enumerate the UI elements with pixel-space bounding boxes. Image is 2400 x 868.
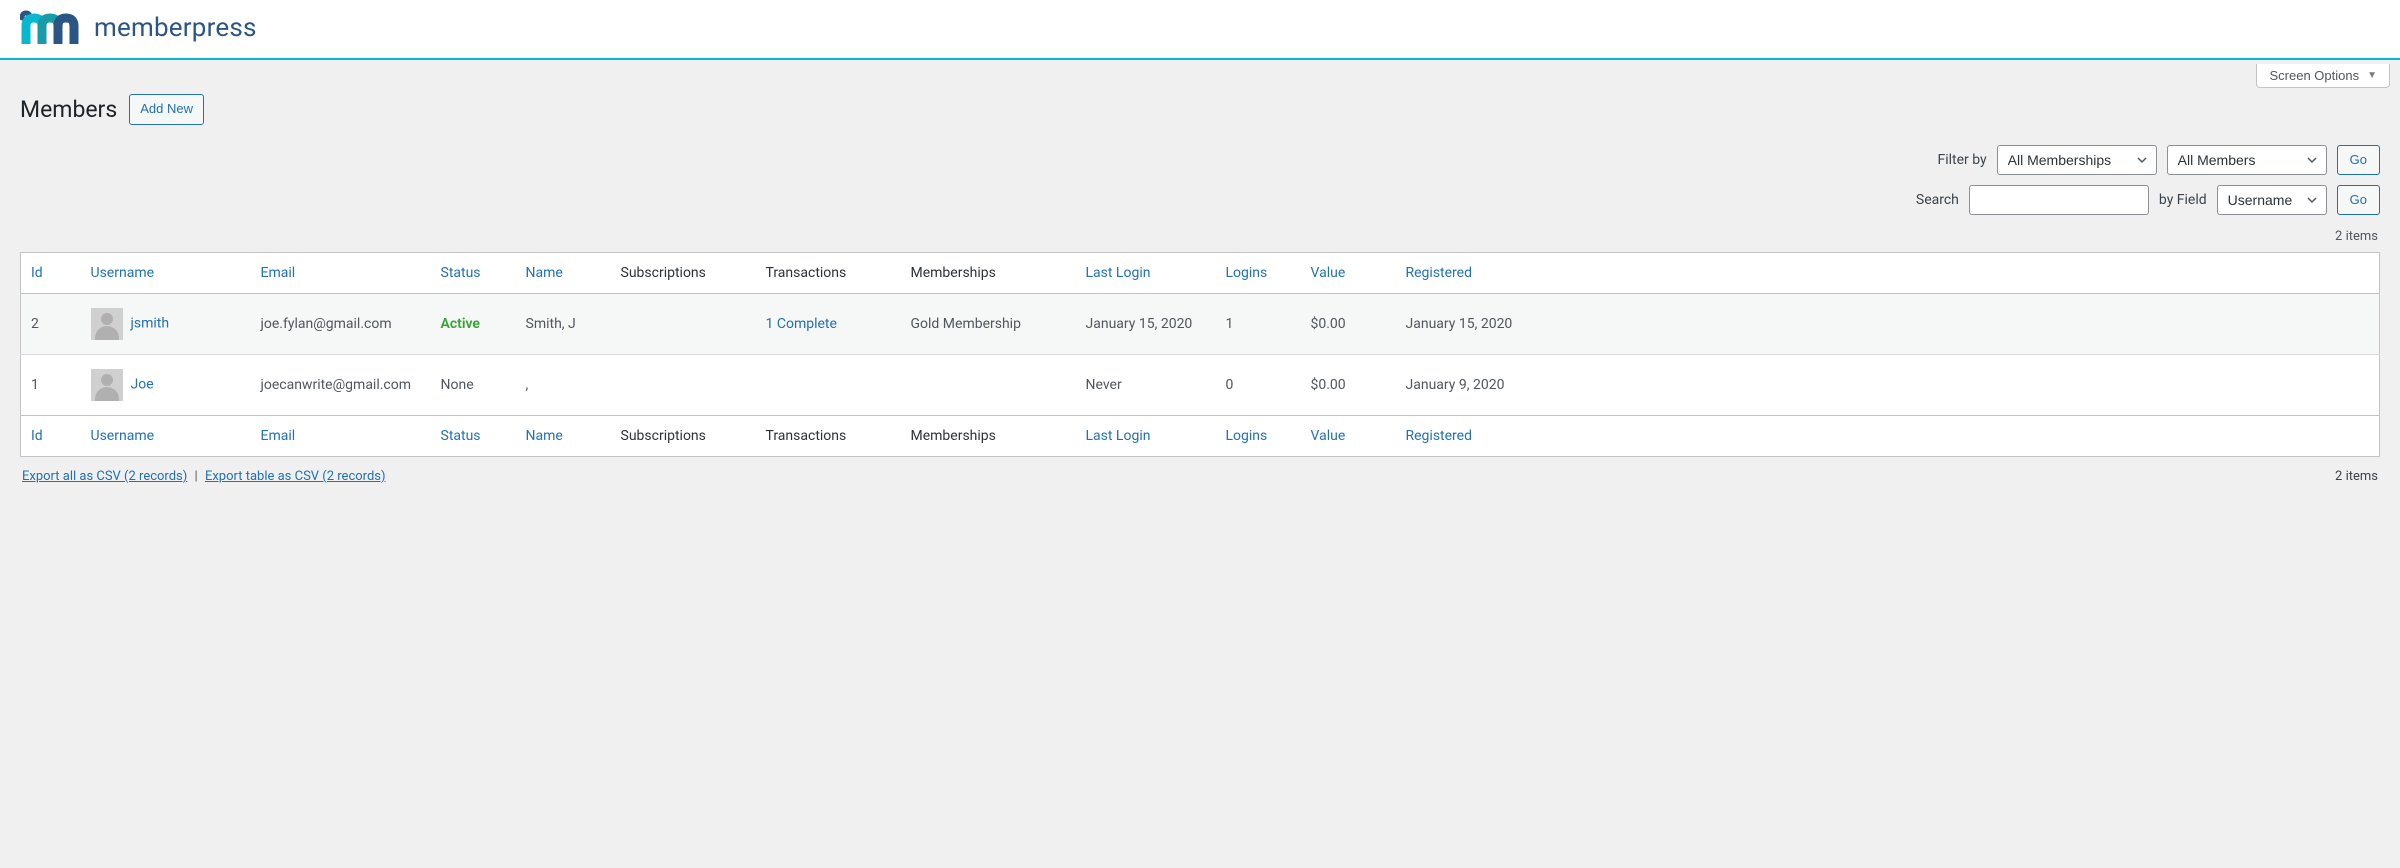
col-subscriptions: Subscriptions xyxy=(611,252,756,293)
page-title: Members xyxy=(20,96,117,123)
cell-value: $0.00 xyxy=(1301,293,1396,354)
cell-subscriptions xyxy=(611,293,756,354)
field-select[interactable]: Username xyxy=(2217,185,2327,215)
search-row: Search by Field Username Go xyxy=(1916,185,2380,215)
col-memberships: Memberships xyxy=(901,252,1076,293)
caret-down-icon: ▼ xyxy=(2367,70,2377,81)
table-header-row: Id Username Email Status Name Subscripti… xyxy=(21,252,2380,293)
cell-value: $0.00 xyxy=(1301,354,1396,415)
transactions-link[interactable]: 1 Complete xyxy=(766,316,837,332)
cell-name: Smith, J xyxy=(516,293,611,354)
col-name[interactable]: Name xyxy=(526,265,563,281)
fcol-value[interactable]: Value xyxy=(1311,428,1346,444)
cell-email: joecanwrite@gmail.com xyxy=(251,354,431,415)
export-table-link[interactable]: Export table as CSV (2 records) xyxy=(205,469,386,484)
cell-registered: January 15, 2020 xyxy=(1396,293,2380,354)
cell-username: Joe xyxy=(81,354,251,415)
cell-status: Active xyxy=(431,293,516,354)
items-count-top: 2 items xyxy=(0,223,2400,252)
cell-memberships: Gold Membership xyxy=(901,293,1076,354)
fcol-name[interactable]: Name xyxy=(526,428,563,444)
cell-memberships xyxy=(901,354,1076,415)
members-filter-select[interactable]: All Members xyxy=(2167,145,2327,175)
avatar-icon xyxy=(91,369,123,401)
col-transactions: Transactions xyxy=(756,252,901,293)
by-field-label: by Field xyxy=(2159,192,2207,208)
fcol-subscriptions: Subscriptions xyxy=(611,415,756,456)
fcol-email[interactable]: Email xyxy=(261,428,296,444)
search-input[interactable] xyxy=(1969,185,2149,215)
screen-options-button[interactable]: Screen Options ▼ xyxy=(2256,64,2390,88)
table-row: 1 Joe joecanwrite@gmail.com None , Never… xyxy=(21,354,2380,415)
cell-transactions: 1 Complete xyxy=(756,293,901,354)
cell-logins: 0 xyxy=(1216,354,1301,415)
cell-transactions xyxy=(756,354,901,415)
cell-lastlogin: January 15, 2020 xyxy=(1076,293,1216,354)
cell-id: 1 xyxy=(21,354,81,415)
brand-logo: memberpress xyxy=(20,10,257,46)
fcol-status[interactable]: Status xyxy=(441,428,481,444)
cell-status: None xyxy=(431,354,516,415)
page-header: Members Add New xyxy=(0,88,2400,145)
cell-logins: 1 xyxy=(1216,293,1301,354)
brand-name: memberpress xyxy=(94,13,257,43)
table-row: 2 jsmith joe.fylan@gmail.com Active Smit… xyxy=(21,293,2380,354)
items-count-bottom: 2 items xyxy=(2335,469,2378,484)
col-email[interactable]: Email xyxy=(261,265,296,281)
col-id[interactable]: Id xyxy=(31,265,43,281)
filter-by-label: Filter by xyxy=(1937,152,1986,168)
screen-options-row: Screen Options ▼ xyxy=(0,60,2400,88)
col-lastlogin[interactable]: Last Login xyxy=(1086,265,1151,281)
filter-go-button[interactable]: Go xyxy=(2337,145,2380,175)
table-footer-row: Id Username Email Status Name Subscripti… xyxy=(21,415,2380,456)
filters: Filter by All Memberships All Members Go… xyxy=(0,145,2400,223)
username-link[interactable]: jsmith xyxy=(131,316,170,332)
fcol-logins[interactable]: Logins xyxy=(1226,428,1268,444)
filter-by-row: Filter by All Memberships All Members Go xyxy=(1937,145,2380,175)
members-table: Id Username Email Status Name Subscripti… xyxy=(20,252,2380,457)
fcol-memberships: Memberships xyxy=(901,415,1076,456)
footer-row: Export all as CSV (2 records) | Export t… xyxy=(0,457,2400,504)
cell-lastlogin: Never xyxy=(1076,354,1216,415)
cell-username: jsmith xyxy=(81,293,251,354)
fcol-id[interactable]: Id xyxy=(31,428,43,444)
cell-registered: January 9, 2020 xyxy=(1396,354,2380,415)
export-all-link[interactable]: Export all as CSV (2 records) xyxy=(22,469,187,484)
membership-filter-select[interactable]: All Memberships xyxy=(1997,145,2157,175)
memberpress-logo-icon xyxy=(20,10,80,46)
fcol-lastlogin[interactable]: Last Login xyxy=(1086,428,1151,444)
cell-name: , xyxy=(516,354,611,415)
username-link[interactable]: Joe xyxy=(131,377,154,393)
cell-email: joe.fylan@gmail.com xyxy=(251,293,431,354)
search-label: Search xyxy=(1916,192,1959,208)
fcol-registered[interactable]: Registered xyxy=(1406,428,1472,444)
app-header: memberpress xyxy=(0,0,2400,60)
export-separator: | xyxy=(195,469,198,484)
screen-options-label: Screen Options xyxy=(2269,68,2359,83)
col-registered[interactable]: Registered xyxy=(1406,265,1472,281)
cell-subscriptions xyxy=(611,354,756,415)
col-value[interactable]: Value xyxy=(1311,265,1346,281)
col-logins[interactable]: Logins xyxy=(1226,265,1268,281)
fcol-username[interactable]: Username xyxy=(91,428,155,444)
cell-id: 2 xyxy=(21,293,81,354)
add-new-button[interactable]: Add New xyxy=(129,94,204,125)
col-username[interactable]: Username xyxy=(91,265,155,281)
avatar-icon xyxy=(91,308,123,340)
search-go-button[interactable]: Go xyxy=(2337,185,2380,215)
export-links: Export all as CSV (2 records) | Export t… xyxy=(22,469,386,484)
fcol-transactions: Transactions xyxy=(756,415,901,456)
col-status[interactable]: Status xyxy=(441,265,481,281)
